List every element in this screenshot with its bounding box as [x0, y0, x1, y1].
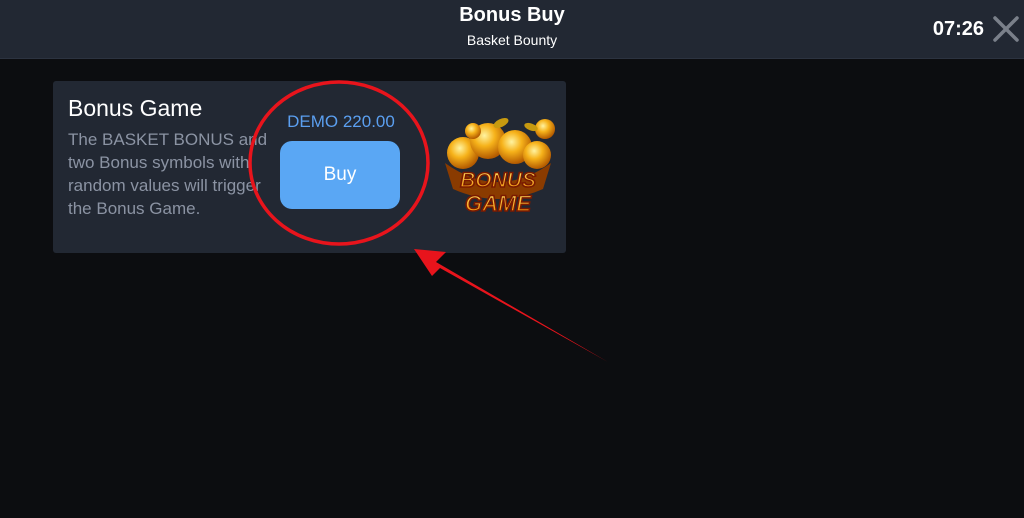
card-title: Bonus Game [68, 95, 203, 121]
clock-time: 07:26 [932, 18, 984, 40]
header-bar: Bonus Buy Basket Bounty 07:26 [0, 0, 1024, 59]
bonus-game-image: BONUS GAME [445, 118, 555, 217]
close-icon[interactable] [992, 15, 1020, 43]
card-description: The BASKET BONUS and two Bonus symbols w… [68, 130, 268, 218]
svg-text:GAME: GAME [465, 191, 532, 216]
buy-button[interactable]: Buy [280, 141, 400, 209]
svg-text:BONUS: BONUS [460, 169, 536, 192]
header-subtitle: Basket Bounty [466, 32, 558, 48]
header-title: Bonus Buy [459, 4, 565, 26]
price-label: DEMO 220.00 [287, 112, 395, 131]
bonus-buy-screen: Bonus Buy Basket Bounty 07:26 Bonus Game… [0, 0, 1024, 518]
bonus-game-card: Bonus Game The BASKET BONUS and two Bonu… [53, 81, 566, 253]
annotation-overlay [248, 80, 608, 362]
annotation-arrow [414, 249, 608, 362]
